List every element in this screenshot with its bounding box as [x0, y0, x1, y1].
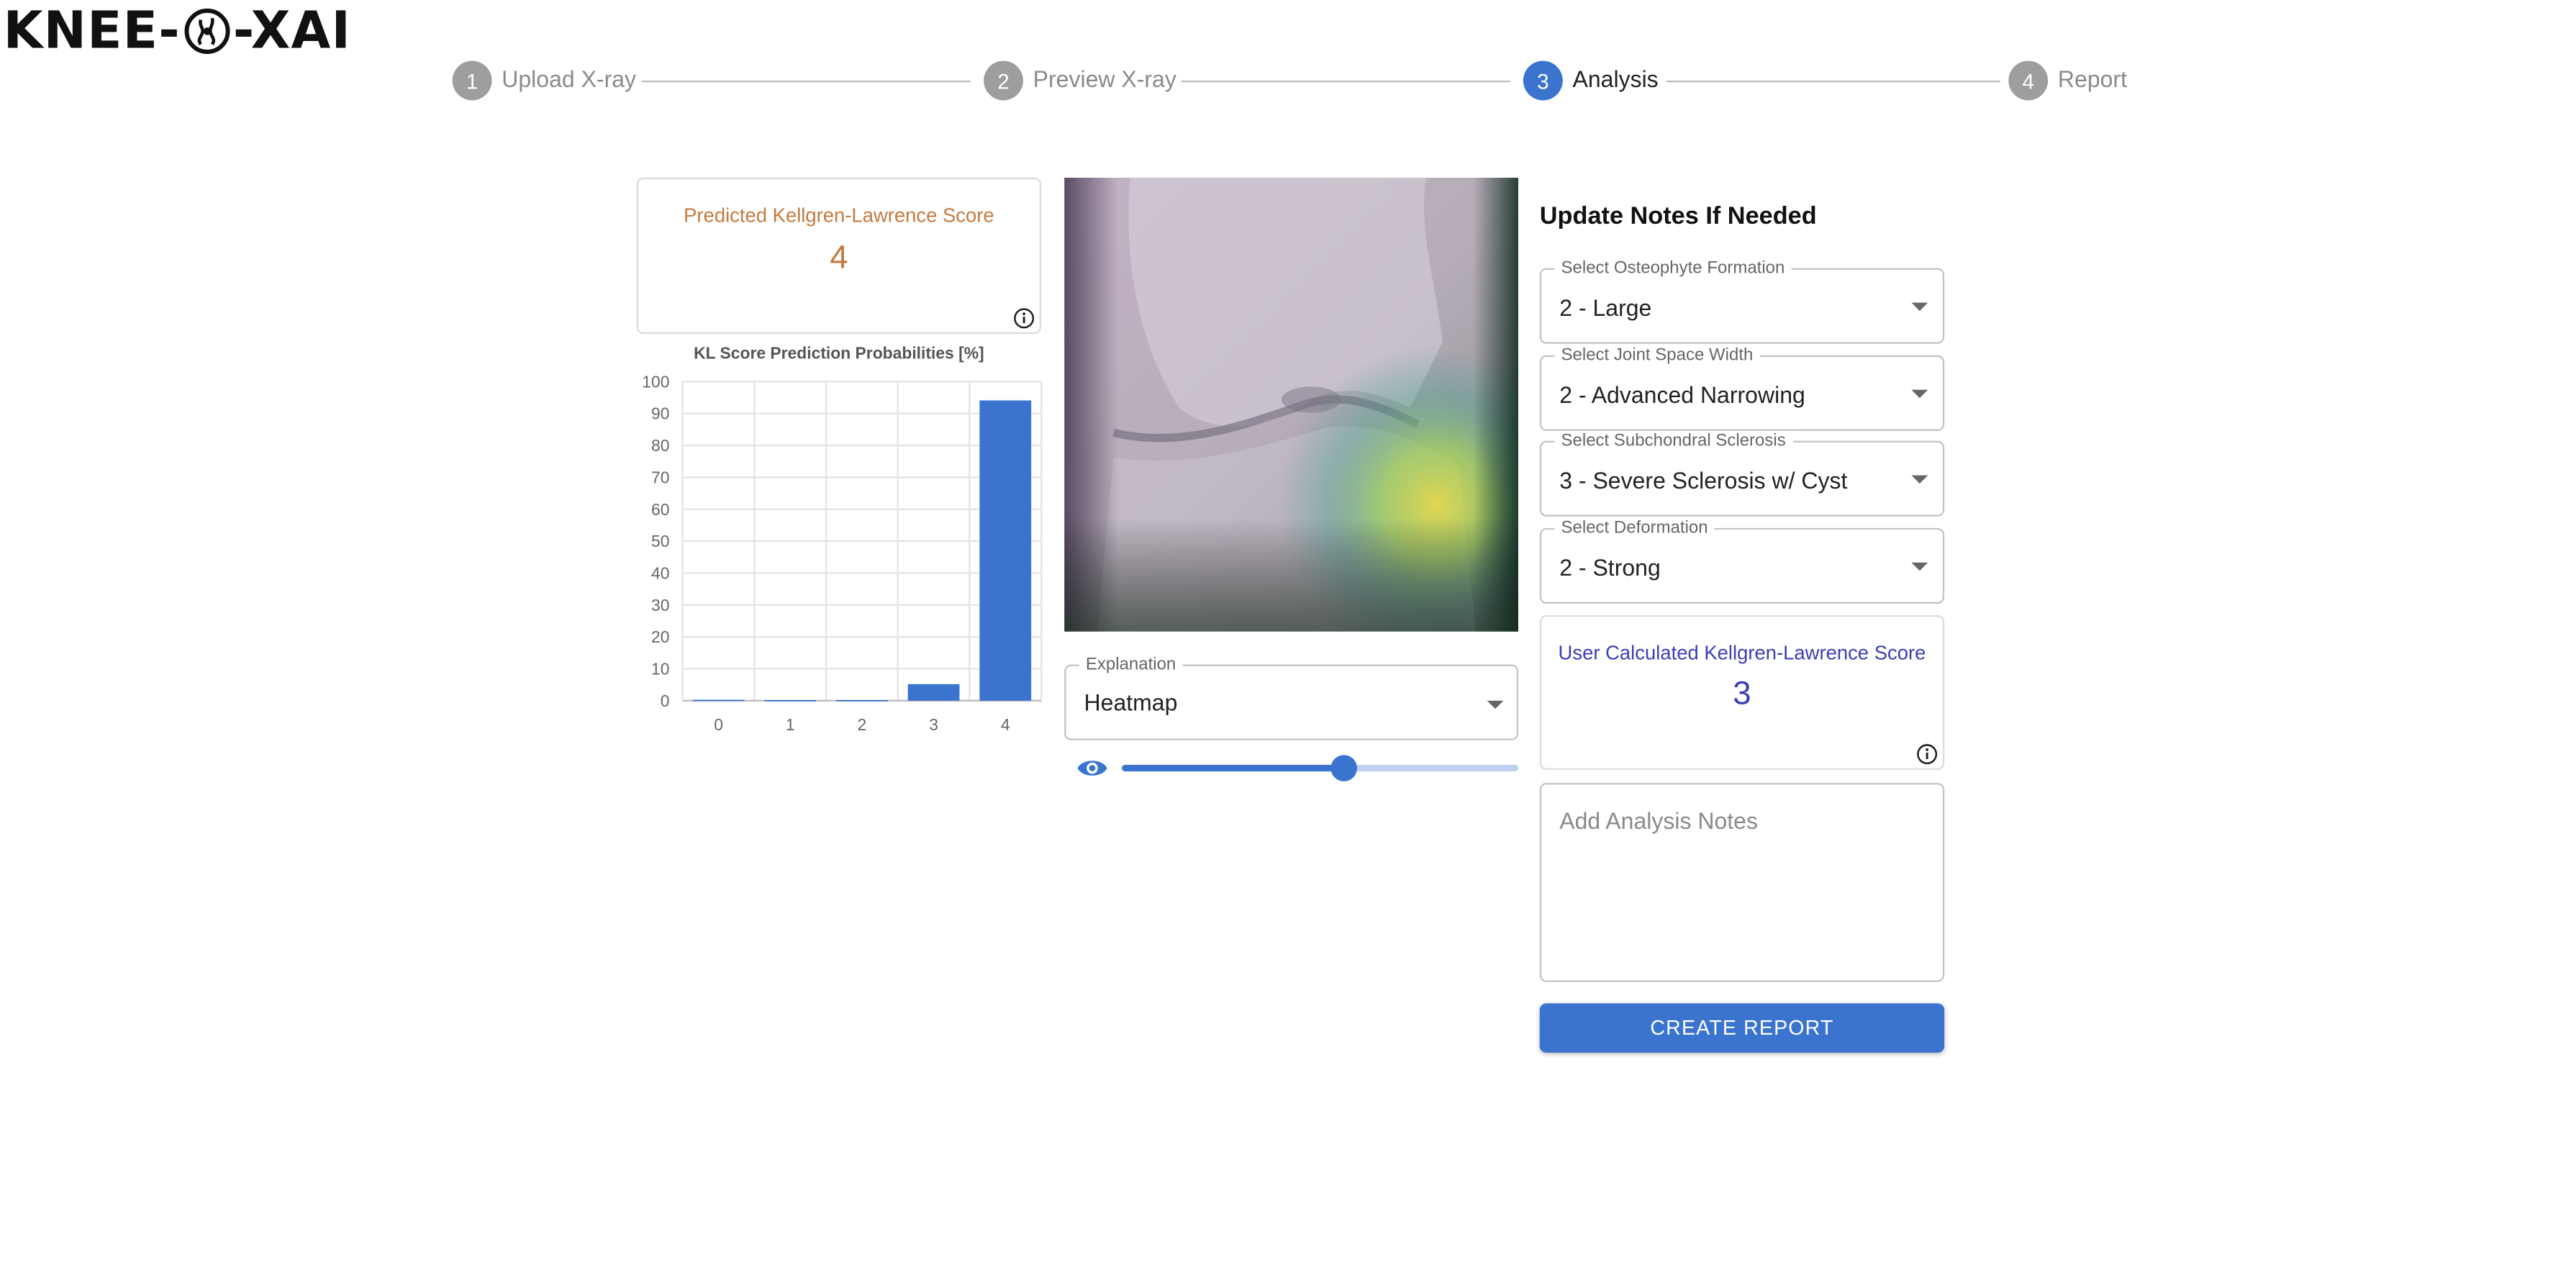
x-tick-label: 4	[1001, 715, 1010, 734]
predicted-score-title: Predicted Kellgren-Lawrence Score	[684, 204, 994, 227]
user-score-card: User Calculated Kellgren-Lawrence Score …	[1539, 615, 1945, 770]
explanation-value: Heatmap	[1084, 689, 1178, 716]
deformation-value: 2 - Strong	[1559, 554, 1661, 581]
bar-kl-0	[692, 699, 745, 702]
analysis-notes-field[interactable]: Add Analysis Notes	[1539, 783, 1945, 982]
step-3-label[interactable]: Analysis	[1573, 65, 1659, 92]
chevron-down-icon	[1911, 389, 1928, 399]
bar-kl-4	[979, 400, 1032, 701]
chevron-down-icon	[1911, 475, 1928, 484]
notes-heading: Update Notes If Needed	[1539, 202, 1817, 231]
step-1-label[interactable]: Upload X-ray	[502, 65, 636, 92]
joint-space-label: Select Joint Space Width	[1554, 345, 1760, 366]
y-tick-label: 50	[651, 532, 669, 550]
osteophyte-select[interactable]: Select Osteophyte Formation 2 - Large	[1539, 258, 1945, 344]
step-connector	[641, 81, 971, 83]
chevron-down-icon	[1911, 562, 1928, 571]
predicted-score-value: 4	[830, 240, 848, 277]
user-score-title: User Calculated Kellgren-Lawrence Score	[1558, 641, 1926, 665]
user-score-value: 3	[1733, 676, 1751, 712]
create-report-button[interactable]: CREATE REPORT	[1539, 1003, 1945, 1053]
chevron-down-icon	[1487, 700, 1504, 709]
explanation-label: Explanation	[1079, 654, 1183, 675]
x-tick-label: 1	[786, 715, 795, 734]
deformation-select[interactable]: Select Deformation 2 - Strong	[1539, 518, 1945, 604]
step-2-label[interactable]: Preview X-ray	[1033, 65, 1176, 92]
y-tick-label: 60	[651, 500, 669, 519]
bar-kl-1	[764, 699, 817, 702]
osteophyte-value: 2 - Large	[1559, 294, 1652, 321]
y-tick-label: 20	[651, 627, 669, 646]
x-tick-label: 2	[858, 715, 867, 734]
step-connector	[1181, 81, 1510, 83]
info-icon[interactable]	[1916, 743, 1938, 765]
osteophyte-label: Select Osteophyte Formation	[1554, 258, 1792, 278]
sclerosis-label: Select Subchondral Sclerosis	[1554, 430, 1792, 451]
step-connector	[1666, 81, 2000, 83]
explanation-select[interactable]: Explanation Heatmap	[1064, 654, 1519, 740]
logo-text-right: -XAI	[232, 1, 351, 61]
xray-image	[1064, 177, 1519, 632]
eye-icon[interactable]	[1076, 755, 1109, 781]
x-tick-label: 0	[714, 715, 723, 734]
kl-probability-chart: 0 10 20 30 40 50 60 70 80 90 100 0 1 2 3 4	[642, 372, 1043, 734]
xray-heatmap-image	[1064, 177, 1519, 632]
x-tick-label: 3	[929, 715, 938, 734]
step-2-icon[interactable]: 2	[984, 60, 1023, 101]
joint-space-value: 2 - Advanced Narrowing	[1559, 381, 1805, 408]
analysis-notes-placeholder: Add Analysis Notes	[1559, 807, 1758, 835]
step-1-icon[interactable]: 1	[452, 60, 492, 101]
bar-kl-2	[836, 699, 888, 702]
joint-space-select[interactable]: Select Joint Space Width 2 - Advanced Na…	[1539, 345, 1945, 431]
knee-logo-icon	[183, 8, 230, 54]
y-tick-label: 90	[651, 404, 669, 423]
y-tick-label: 0	[661, 691, 670, 710]
info-icon[interactable]	[1013, 308, 1035, 330]
predicted-score-card: Predicted Kellgren-Lawrence Score 4	[636, 177, 1042, 335]
sclerosis-value: 3 - Severe Sclerosis w/ Cyst	[1559, 467, 1848, 494]
sclerosis-select[interactable]: Select Subchondral Sclerosis 3 - Severe …	[1539, 430, 1945, 517]
bar-kl-3	[907, 684, 960, 701]
y-tick-label: 40	[651, 563, 669, 582]
y-tick-label: 80	[651, 436, 669, 455]
logo-text-left: KNEE-	[3, 1, 181, 61]
y-tick-label: 100	[642, 372, 669, 391]
slider-track	[1122, 765, 1344, 772]
step-3-icon[interactable]: 3	[1523, 60, 1563, 101]
overlay-opacity-slider[interactable]	[1122, 752, 1519, 785]
chart-title: KL Score Prediction Probabilities [%]	[694, 345, 984, 364]
deformation-label: Select Deformation	[1554, 518, 1715, 538]
step-4-label[interactable]: Report	[2058, 65, 2127, 92]
y-tick-label: 10	[651, 660, 669, 678]
app-logo: KNEE- -XAI	[4, 0, 351, 63]
y-tick-label: 30	[651, 596, 669, 614]
y-tick-label: 70	[651, 468, 669, 486]
step-4-icon[interactable]: 4	[2008, 60, 2049, 101]
chevron-down-icon	[1911, 302, 1928, 312]
slider-thumb[interactable]	[1330, 755, 1357, 781]
